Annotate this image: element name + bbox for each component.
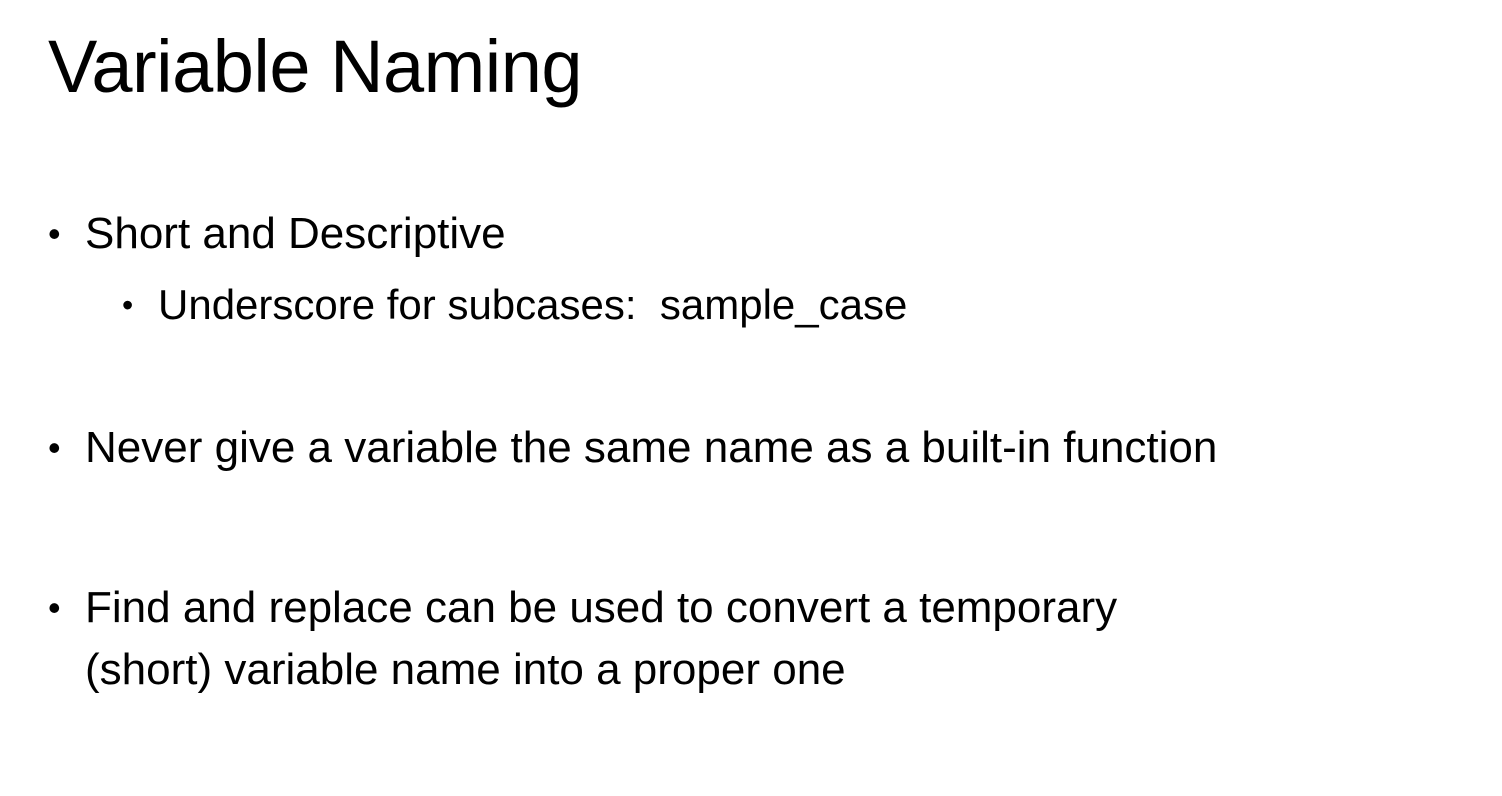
bullet-marker: • [48, 587, 61, 628]
bullet-marker: • [48, 427, 61, 468]
bullet-text-line-1: Find and replace can be used to convert … [85, 583, 1118, 632]
bullet-text: Short and Descriptive [85, 209, 506, 258]
bullet-text-line-2: (short) variable name into a proper one [85, 645, 846, 694]
bullet-text: Underscore for subcases: sample_case [158, 281, 908, 328]
slide: Variable Naming • Short and Descriptive … [0, 0, 1502, 796]
bullet-marker: • [48, 213, 61, 254]
bullet-marker: • [122, 287, 134, 323]
slide-title: Variable Naming [48, 25, 583, 108]
bullet-text: Never give a variable the same name as a… [85, 423, 1218, 472]
